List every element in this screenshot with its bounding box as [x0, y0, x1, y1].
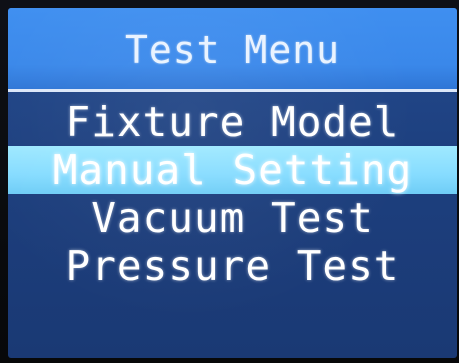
menu-item-manual-setting[interactable]: Manual Setting	[8, 146, 457, 194]
page-title: Test Menu	[125, 28, 340, 72]
device-bezel: Test Menu Fixture Model Manual Setting V…	[0, 0, 459, 363]
lcd-screen: Test Menu Fixture Model Manual Setting V…	[8, 8, 457, 358]
menu-item-vacuum-test[interactable]: Vacuum Test	[8, 194, 457, 242]
title-bar: Test Menu	[8, 8, 457, 89]
menu-item-pressure-test[interactable]: Pressure Test	[8, 242, 457, 290]
title-divider	[8, 89, 457, 92]
menu-item-fixture-model[interactable]: Fixture Model	[8, 98, 457, 146]
